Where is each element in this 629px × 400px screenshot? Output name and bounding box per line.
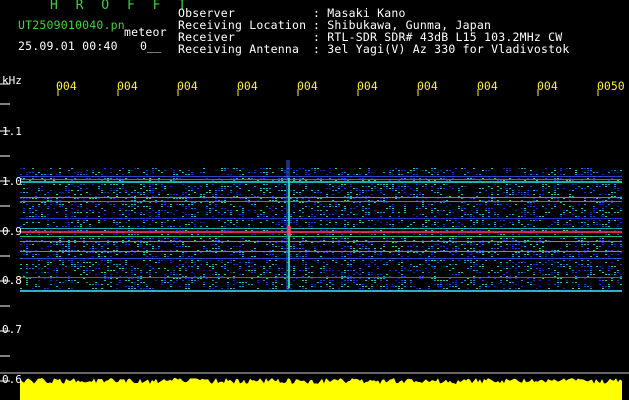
y-tick-label: 1.0 bbox=[2, 175, 22, 188]
power-strip bbox=[20, 378, 622, 400]
spectrogram-plot bbox=[0, 83, 629, 400]
y-tick-label: 0.6 bbox=[2, 373, 22, 386]
y-tick-label: 0.8 bbox=[2, 274, 22, 287]
noise-band bbox=[20, 168, 622, 291]
y-tick-label: 0.9 bbox=[2, 225, 22, 238]
y-tick-label: 1.1 bbox=[2, 125, 22, 138]
y-tick-label: 0.7 bbox=[2, 323, 22, 336]
